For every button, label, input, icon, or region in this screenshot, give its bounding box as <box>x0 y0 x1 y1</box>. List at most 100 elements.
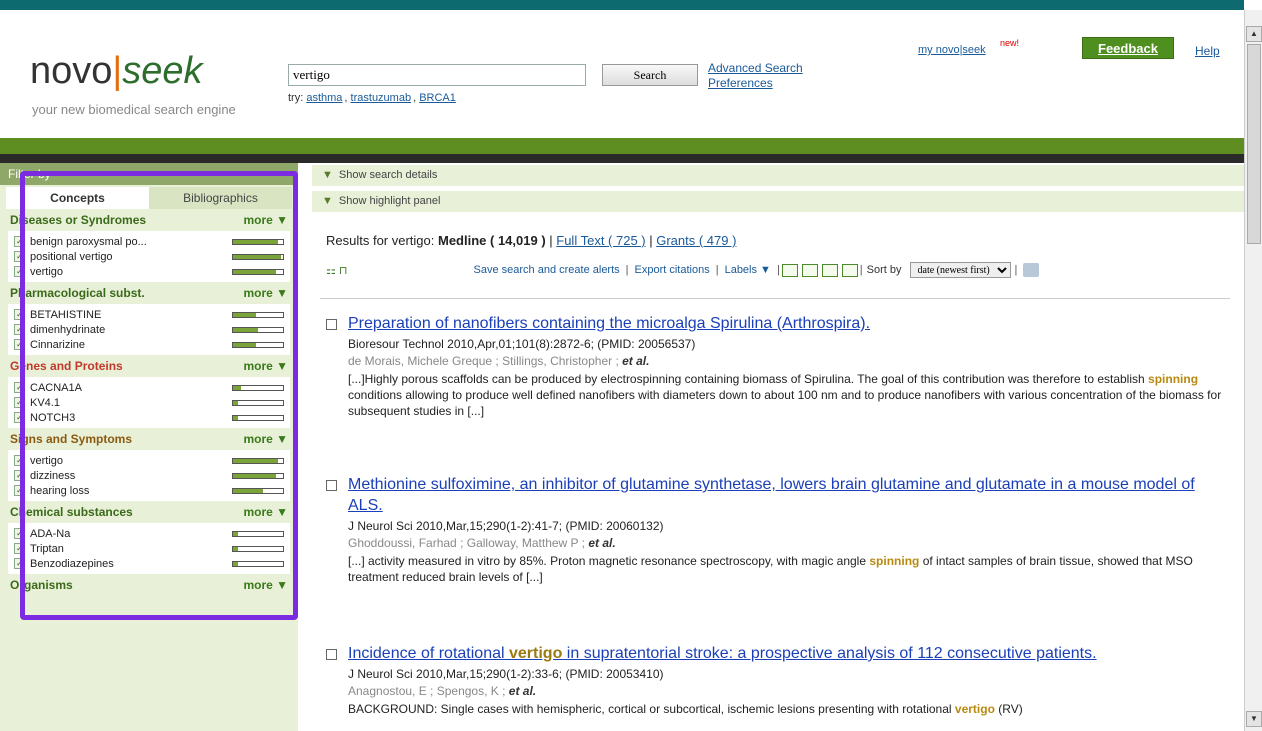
filter-item[interactable]: ✓ NOTCH3 <box>14 410 284 425</box>
novoseek-logo[interactable]: novo|seek <box>30 50 203 93</box>
show-search-details[interactable]: ▼ Show search details <box>312 165 1244 187</box>
result-etal: et al. <box>622 354 650 368</box>
filter-checkbox[interactable]: ✓ <box>14 382 25 393</box>
triangle-down-icon: ▼ <box>322 195 333 207</box>
more-dropdown[interactable]: more ▼ <box>243 359 288 373</box>
separator: | <box>715 264 719 276</box>
filter-checkbox[interactable]: ✓ <box>14 470 25 481</box>
medline-count[interactable]: Medline ( 14,019 ) <box>438 233 546 248</box>
abstract-text: [...] activity measured in vitro by 85%.… <box>348 554 870 568</box>
filter-item-label: Triptan <box>30 542 64 555</box>
print-icon[interactable] <box>1023 263 1040 277</box>
filter-item[interactable]: ✓ Benzodiazepines <box>14 556 284 571</box>
save-alerts-link[interactable]: Save search and create alerts <box>474 264 620 276</box>
filter-item-label: NOTCH3 <box>30 411 76 424</box>
filter-section-header[interactable]: Organisms more ▼ <box>0 574 298 596</box>
try-link-trastuzumab[interactable]: trastuzumab <box>351 92 412 104</box>
abstract-highlight: spinning <box>1148 372 1199 386</box>
filter-item[interactable]: ✓ hearing loss <box>14 483 284 498</box>
filter-item[interactable]: ✓ BETAHISTINE <box>14 307 284 322</box>
result-checkbox[interactable] <box>326 319 337 330</box>
view-compact-icon[interactable] <box>781 263 798 277</box>
result-authors: Anagnostou, E ; Spengos, K ; et al. <box>348 684 1226 698</box>
more-dropdown[interactable]: more ▼ <box>243 505 288 519</box>
result-title[interactable]: Preparation of nanofibers containing the… <box>348 313 1226 334</box>
filter-item[interactable]: ✓ dizziness <box>14 468 284 483</box>
result-checkbox[interactable] <box>326 649 337 660</box>
result-item: Methionine sulfoximine, an inhibitor of … <box>326 474 1226 585</box>
result-etal: et al. <box>588 536 616 550</box>
filter-checkbox[interactable]: ✓ <box>14 485 25 496</box>
filter-checkbox[interactable]: ✓ <box>14 558 25 569</box>
full-text-link[interactable]: Full Text ( 725 ) <box>556 233 645 248</box>
filter-item[interactable]: ✓ dimenhydrinate <box>14 322 284 337</box>
filter-section-header[interactable]: Chemical substances more ▼ <box>0 501 298 523</box>
vertical-scrollbar[interactable]: ▲ ▼ <box>1244 10 1262 731</box>
result-author-list: Anagnostou, E ; Spengos, K ; <box>348 684 506 698</box>
result-title[interactable]: Incidence of rotational vertigo in supra… <box>348 643 1226 664</box>
view-summary-icon[interactable] <box>821 263 838 277</box>
more-dropdown[interactable]: more ▼ <box>243 213 288 227</box>
view-titles-icon[interactable] <box>801 263 818 277</box>
more-dropdown[interactable]: more ▼ <box>243 578 288 592</box>
filter-item-label: positional vertigo <box>30 250 113 263</box>
try-link-brca1[interactable]: BRCA1 <box>419 92 456 104</box>
filter-checkbox[interactable]: ✓ <box>14 528 25 539</box>
filter-item[interactable]: ✓ CACNA1A <box>14 380 284 395</box>
filter-item[interactable]: ✓ Triptan <box>14 541 284 556</box>
view-full-icon[interactable] <box>841 263 858 277</box>
filter-item[interactable]: ✓ benign paroxysmal po... <box>14 234 284 249</box>
more-dropdown[interactable]: more ▼ <box>243 432 288 446</box>
filter-section-header[interactable]: Pharmacological subst. more ▼ <box>0 282 298 304</box>
filter-checkbox[interactable]: ✓ <box>14 309 25 320</box>
result-title[interactable]: Methionine sulfoximine, an inhibitor of … <box>348 474 1226 516</box>
my-novoseek-link[interactable]: my novo|seek <box>918 44 986 56</box>
tab-concepts[interactable]: Concepts <box>6 187 149 209</box>
search-input[interactable] <box>288 64 586 86</box>
relevance-meter <box>232 414 284 421</box>
help-link[interactable]: Help <box>1195 44 1220 58</box>
scroll-down-icon[interactable]: ▼ <box>1246 711 1262 727</box>
filter-item[interactable]: ✓ KV4.1 <box>14 395 284 410</box>
filter-item[interactable]: ✓ Cinnarizine <box>14 337 284 352</box>
filter-item[interactable]: ✓ vertigo <box>14 453 284 468</box>
export-citations-link[interactable]: Export citations <box>635 264 710 276</box>
result-authors: de Morais, Michele Greque ; Stillings, C… <box>348 354 1226 368</box>
labels-dropdown[interactable]: Labels ▼ <box>725 264 771 276</box>
filter-checkbox[interactable]: ✓ <box>14 251 25 262</box>
grants-link[interactable]: Grants ( 479 ) <box>656 233 736 248</box>
filter-checkbox[interactable]: ✓ <box>14 339 25 350</box>
abstract-highlight: spinning <box>869 554 920 568</box>
try-link-asthma[interactable]: asthma <box>306 92 342 104</box>
title-text: in supratentorial stroke: a prospective … <box>562 645 1097 662</box>
filter-checkbox[interactable]: ✓ <box>14 236 25 247</box>
preferences-link[interactable]: Preferences <box>708 76 803 91</box>
search-button[interactable]: Search <box>602 64 698 86</box>
filter-item[interactable]: ✓ vertigo <box>14 264 284 279</box>
filter-checkbox[interactable]: ✓ <box>14 412 25 423</box>
result-checkbox[interactable] <box>326 480 337 491</box>
relevance-meter <box>232 341 284 348</box>
filter-checkbox[interactable]: ✓ <box>14 543 25 554</box>
filter-checkbox[interactable]: ✓ <box>14 324 25 335</box>
filter-section-header[interactable]: Signs and Symptoms more ▼ <box>0 428 298 450</box>
scroll-thumb[interactable] <box>1247 44 1261 244</box>
filter-section-title: Chemical substances <box>10 505 133 519</box>
relevance-meter <box>232 457 284 464</box>
select-all-icons[interactable]: ⚏ ⊓ <box>326 264 348 277</box>
show-highlight-panel[interactable]: ▼ Show highlight panel <box>312 191 1244 213</box>
filter-checkbox[interactable]: ✓ <box>14 266 25 277</box>
scroll-up-icon[interactable]: ▲ <box>1246 26 1262 42</box>
filter-item-list: ✓ vertigo ✓ dizziness ✓ hearing loss <box>8 450 290 501</box>
tab-bibliographics[interactable]: Bibliographics <box>149 187 292 209</box>
filter-section-header[interactable]: Diseases or Syndromes more ▼ <box>0 209 298 231</box>
filter-section-header[interactable]: Genes and Proteins more ▼ <box>0 355 298 377</box>
more-dropdown[interactable]: more ▼ <box>243 286 288 300</box>
advanced-search-link[interactable]: Advanced Search <box>708 61 803 76</box>
feedback-button[interactable]: Feedback <box>1082 37 1174 59</box>
filter-checkbox[interactable]: ✓ <box>14 397 25 408</box>
filter-checkbox[interactable]: ✓ <box>14 455 25 466</box>
filter-item[interactable]: ✓ positional vertigo <box>14 249 284 264</box>
filter-item[interactable]: ✓ ADA-Na <box>14 526 284 541</box>
sort-select[interactable]: date (newest first) <box>909 262 1011 278</box>
